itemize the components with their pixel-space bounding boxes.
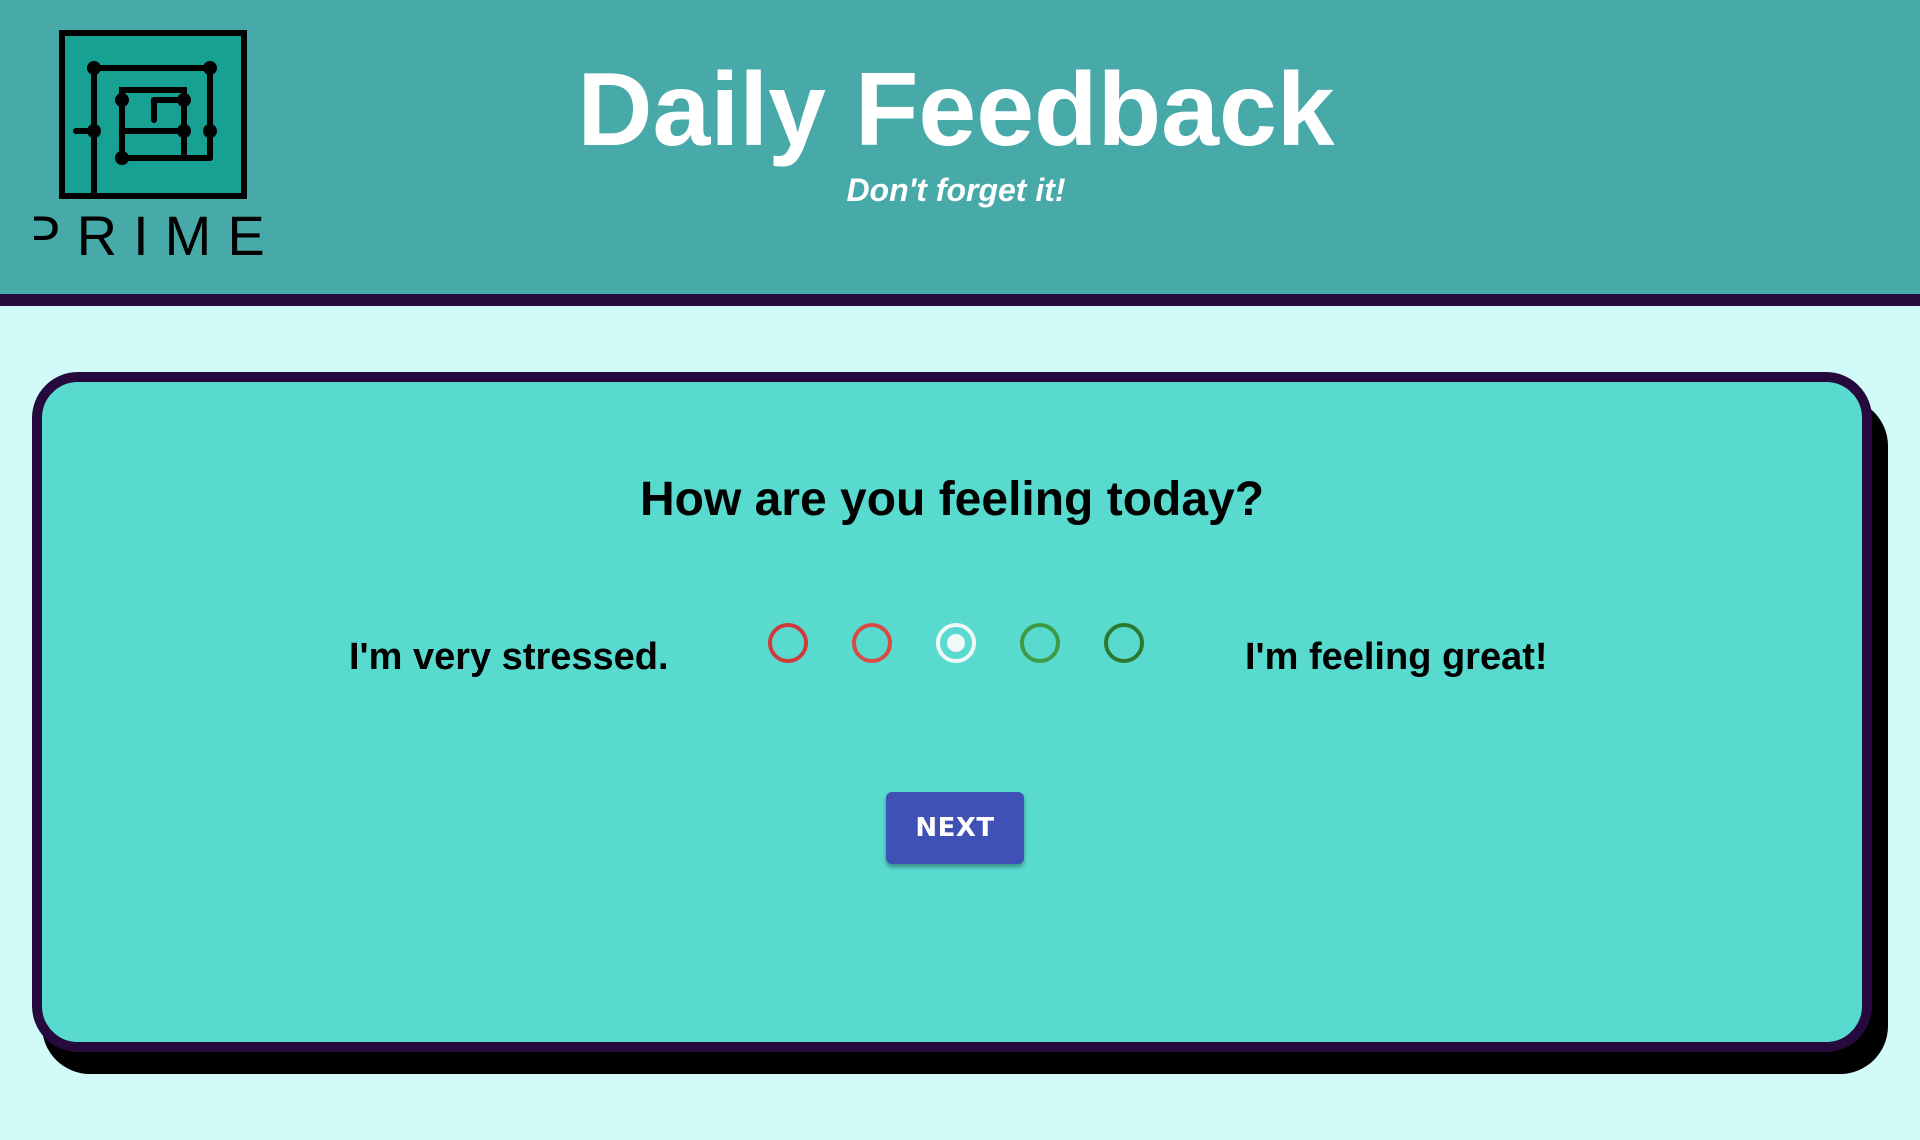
mood-radio-3[interactable] <box>936 623 976 663</box>
radio-dot <box>1031 634 1049 652</box>
radio-dot <box>779 634 797 652</box>
mood-radio-4[interactable] <box>1020 623 1060 663</box>
page-subtitle: Don't forget it! <box>846 172 1066 208</box>
radio-dot <box>863 634 881 652</box>
next-button[interactable]: NEXT <box>886 792 1024 864</box>
scale-label-stressed: I'm very stressed. <box>349 636 669 678</box>
mood-radio-2[interactable] <box>852 623 892 663</box>
feedback-card: How are you feeling today? I'm very stre… <box>32 372 1872 1052</box>
logo-text: PRIME <box>34 204 274 267</box>
scale-label-great: I'm feeling great! <box>1245 636 1548 678</box>
mood-radio-5[interactable] <box>1104 623 1144 663</box>
mood-radio-1[interactable] <box>768 623 808 663</box>
page-title: Daily Feedback <box>577 52 1335 168</box>
radio-dot <box>947 634 965 652</box>
header: PRIME Daily Feedback Don't forget it! <box>0 0 1920 306</box>
question-heading: How are you feeling today? <box>639 473 1265 526</box>
radio-dot <box>1115 634 1133 652</box>
